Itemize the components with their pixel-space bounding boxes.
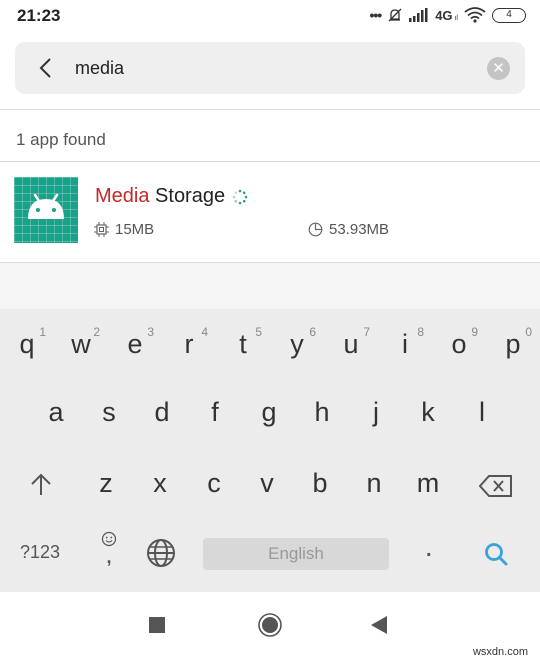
key-l[interactable]: l bbox=[455, 381, 509, 441]
home-icon bbox=[258, 613, 282, 637]
watermark: wsxdn.com bbox=[472, 646, 528, 658]
network-4g-icon: 4G ıl bbox=[435, 7, 458, 23]
key-s[interactable]: s bbox=[82, 381, 136, 441]
key-h[interactable]: h bbox=[295, 381, 349, 441]
key-m[interactable]: m bbox=[401, 452, 455, 512]
key-q[interactable]: q1 bbox=[0, 313, 54, 373]
key-g[interactable]: g bbox=[242, 381, 296, 441]
recents-icon bbox=[149, 617, 165, 633]
key-j[interactable]: j bbox=[349, 381, 403, 441]
shift-key[interactable] bbox=[30, 472, 52, 501]
memory-value: 15MB bbox=[115, 221, 155, 238]
language-key[interactable] bbox=[146, 538, 176, 573]
status-time: 21:23 bbox=[17, 6, 61, 25]
emoji-icon bbox=[101, 531, 117, 547]
key-p[interactable]: p0 bbox=[486, 313, 540, 373]
navigation-bar: wsxdn.com bbox=[0, 592, 540, 661]
app-name: Media Storage bbox=[95, 185, 225, 208]
status-icons: ••• 4G ıl 4 bbox=[369, 7, 526, 23]
key-t[interactable]: t5 bbox=[216, 313, 270, 373]
battery-icon: 4 bbox=[492, 7, 526, 23]
memory-usage: 15MB bbox=[94, 221, 154, 238]
search-bar: ✕ bbox=[15, 42, 525, 94]
space-key[interactable]: English bbox=[203, 538, 389, 570]
key-r[interactable]: r4 bbox=[162, 313, 216, 373]
key-o[interactable]: o9 bbox=[432, 313, 486, 373]
key-z[interactable]: z bbox=[79, 452, 133, 512]
search-key[interactable] bbox=[484, 542, 508, 571]
key-y[interactable]: y6 bbox=[270, 313, 324, 373]
clear-icon[interactable]: ✕ bbox=[487, 57, 510, 80]
key-w[interactable]: w2 bbox=[54, 313, 108, 373]
keyboard: q1 w2 e3 r4 t5 y6 u7 i8 o9 p0 a s d f g … bbox=[0, 309, 540, 592]
search-input[interactable] bbox=[75, 54, 475, 82]
key-n[interactable]: n bbox=[347, 452, 401, 512]
key-e[interactable]: e3 bbox=[108, 313, 162, 373]
key-u[interactable]: u7 bbox=[324, 313, 378, 373]
app-name-rest: Storage bbox=[149, 185, 226, 207]
chip-icon bbox=[94, 222, 109, 237]
divider bbox=[0, 109, 540, 110]
empty-area bbox=[0, 263, 540, 309]
storage-usage: 53.93MB bbox=[308, 221, 389, 238]
wifi-icon bbox=[464, 7, 486, 23]
globe-icon bbox=[147, 539, 175, 567]
storage-value: 53.93MB bbox=[329, 221, 390, 238]
backspace-icon bbox=[478, 475, 512, 497]
search-icon bbox=[485, 543, 508, 566]
key-c[interactable]: c bbox=[187, 452, 241, 512]
arrow-up-icon bbox=[31, 473, 51, 495]
bell-muted-icon bbox=[388, 8, 402, 22]
pie-icon bbox=[308, 222, 323, 237]
results-count: 1 app found bbox=[16, 130, 106, 149]
key-d[interactable]: d bbox=[135, 381, 189, 441]
key-x[interactable]: x bbox=[133, 452, 187, 512]
signal-icon bbox=[409, 8, 428, 22]
status-bar: 21:23 ••• 4G ıl 4 bbox=[0, 0, 540, 34]
chevron-left-icon[interactable] bbox=[35, 55, 57, 81]
back-icon bbox=[371, 616, 387, 634]
app-list-item[interactable]: Media Storage 15MB 53.93MB bbox=[0, 163, 540, 263]
key-k[interactable]: k bbox=[401, 381, 455, 441]
key-b[interactable]: b bbox=[293, 452, 347, 512]
app-name-highlight: Media bbox=[95, 185, 150, 207]
home-button[interactable] bbox=[258, 613, 282, 642]
backspace-key[interactable] bbox=[478, 475, 513, 502]
key-v[interactable]: v bbox=[240, 452, 294, 512]
more-dots-icon: ••• bbox=[369, 7, 382, 23]
comma-label: , bbox=[106, 547, 112, 567]
symbols-key[interactable]: ?123 bbox=[20, 542, 60, 563]
key-a[interactable]: a bbox=[29, 381, 83, 441]
back-button[interactable] bbox=[371, 616, 387, 639]
key-f[interactable]: f bbox=[188, 381, 242, 441]
recents-button[interactable] bbox=[149, 617, 165, 638]
loading-spinner-icon bbox=[232, 189, 248, 205]
period-key[interactable]: . bbox=[426, 539, 432, 562]
android-app-icon bbox=[14, 177, 78, 243]
key-i[interactable]: i8 bbox=[378, 313, 432, 373]
emoji-comma-key[interactable]: , bbox=[98, 531, 120, 567]
divider bbox=[0, 161, 540, 162]
